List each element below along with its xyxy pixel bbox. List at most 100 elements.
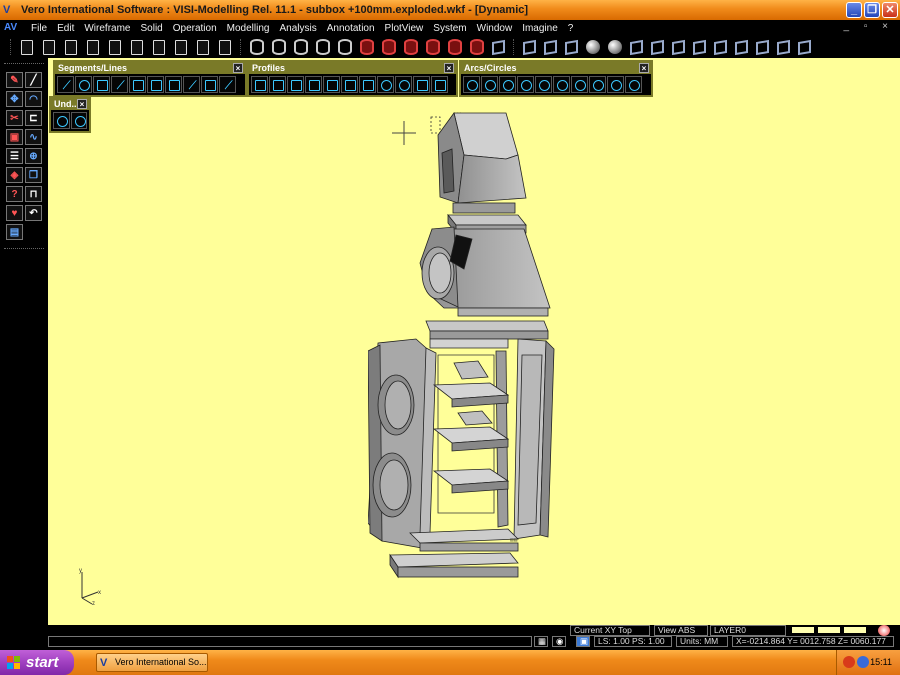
menu-annotation[interactable]: Annotation [322, 23, 380, 34]
paste-icon[interactable] [175, 39, 187, 55]
arc-fillet-icon[interactable] [625, 76, 642, 93]
ortho-icon[interactable]: ▣ [576, 636, 590, 647]
circle-center-icon[interactable] [553, 76, 570, 93]
info-tool-icon[interactable]: ? [6, 186, 23, 202]
view-sphere-icon[interactable] [586, 40, 600, 54]
arc-tangent-icon[interactable] [499, 76, 516, 93]
profile-keyhole-icon[interactable] [395, 76, 412, 93]
palette-title-bar[interactable]: Segments/Lines × [55, 62, 245, 74]
circle-concentric-icon[interactable] [571, 76, 588, 93]
close-icon[interactable]: × [77, 99, 87, 109]
hidden-line-icon[interactable] [294, 39, 308, 55]
arc-tool-icon[interactable]: ◠ [25, 91, 42, 107]
profile-image-icon[interactable] [431, 76, 448, 93]
copy-icon[interactable] [153, 39, 165, 55]
move-tool-icon[interactable]: ✥ [6, 91, 23, 107]
3d-viewport[interactable]: Segments/Lines × Profiles × Arcs/Circles… [48, 58, 900, 625]
palette-title-bar[interactable]: Profiles × [249, 62, 456, 74]
profile-slot-icon[interactable] [377, 76, 394, 93]
units-field[interactable]: Units: MM [676, 636, 728, 647]
layer-tool-icon[interactable]: ☰ [6, 148, 23, 164]
profile-tool-icon[interactable]: ⊏ [25, 110, 42, 126]
shading-mode-icon[interactable] [250, 39, 264, 55]
current-plane-field[interactable]: Current XY Top [570, 625, 650, 636]
circle-tool-icon[interactable]: ⊕ [25, 148, 42, 164]
close-icon[interactable]: × [444, 63, 454, 73]
save-icon[interactable] [87, 39, 99, 55]
palette-title-bar[interactable]: Und... × [51, 98, 89, 110]
arc-diameter-icon[interactable] [607, 76, 624, 93]
view-landscape-icon[interactable] [777, 39, 790, 55]
close-button[interactable]: ✕ [882, 2, 898, 18]
line-tangent-icon[interactable] [75, 76, 92, 93]
save-all-icon[interactable] [109, 39, 121, 55]
view-front-icon[interactable] [544, 39, 557, 55]
view-iso-icon[interactable] [523, 39, 536, 55]
pan-view-icon[interactable] [630, 39, 643, 55]
zoom-all-icon[interactable] [693, 39, 706, 55]
box-tool-icon[interactable]: ❒ [25, 167, 42, 183]
zoom-view-icon[interactable] [651, 39, 664, 55]
document-icon[interactable]: AV [4, 22, 22, 34]
edges-cylinder-icon[interactable] [316, 39, 330, 55]
print-icon[interactable] [131, 39, 143, 55]
circle-tangent-icon[interactable] [535, 76, 552, 93]
security-shield-icon[interactable] [843, 656, 855, 668]
dimension-tool-icon[interactable]: ⊓ [25, 186, 42, 202]
menu-file[interactable]: File [26, 23, 52, 34]
menu-modelling[interactable]: Modelling [222, 23, 275, 34]
profile-polygon-icon[interactable] [413, 76, 430, 93]
view-side-icon[interactable] [565, 39, 578, 55]
zoom-window-icon[interactable] [672, 39, 685, 55]
line-style-swatch[interactable] [818, 627, 840, 633]
view-multi-icon[interactable] [798, 39, 811, 55]
layout-icon[interactable] [219, 39, 231, 55]
undo-icon[interactable] [53, 112, 70, 129]
close-icon[interactable]: × [639, 63, 649, 73]
arc-center-icon[interactable] [481, 76, 498, 93]
color-swatch[interactable] [792, 627, 814, 633]
start-button[interactable]: start [0, 650, 74, 675]
rotate-view-icon[interactable] [608, 40, 622, 54]
profile-copy-icon[interactable] [341, 76, 358, 93]
line-offset-icon[interactable] [201, 76, 218, 93]
profile-closed-icon[interactable] [305, 76, 322, 93]
minimize-button[interactable]: _ [846, 2, 862, 18]
measure-tool-icon[interactable]: ▣ [6, 129, 23, 145]
render-settings-icon[interactable] [492, 39, 505, 55]
render-cylinder-icon[interactable] [404, 39, 418, 55]
circle-radius-icon[interactable] [517, 76, 534, 93]
toolbar-grip[interactable] [10, 39, 12, 55]
restore-button[interactable]: ❐ [864, 2, 880, 18]
segment-tool-icon[interactable]: ╱ [25, 72, 42, 88]
view-bottom-icon[interactable] [735, 39, 748, 55]
texture-cylinder-icon[interactable] [426, 39, 440, 55]
menu-solid[interactable]: Solid [135, 23, 167, 34]
line-horizontal-icon[interactable] [129, 76, 146, 93]
close-icon[interactable]: × [233, 63, 243, 73]
menu-imagine[interactable]: Imagine [517, 23, 563, 34]
grid-icon[interactable]: ▦ [534, 636, 548, 647]
network-icon[interactable] [857, 656, 869, 668]
line-angle-icon[interactable] [93, 76, 110, 93]
redo-icon[interactable] [70, 112, 87, 129]
profile-square-icon[interactable] [359, 76, 376, 93]
profile-open-icon[interactable] [287, 76, 304, 93]
select-tool-icon[interactable]: ✎ [6, 72, 23, 88]
toolbar-grip[interactable] [4, 63, 44, 65]
outline-cylinder-icon[interactable] [338, 39, 352, 55]
line-width-swatch[interactable] [844, 627, 866, 633]
undo-tool-icon[interactable]: ↶ [25, 205, 42, 221]
line-parallel-icon[interactable] [183, 76, 200, 93]
speaker-model[interactable]: x [368, 93, 588, 588]
curve-tool-icon[interactable]: ∿ [25, 129, 42, 145]
line-multi-icon[interactable] [219, 76, 236, 93]
new-file-icon[interactable] [21, 39, 33, 55]
menu-edit[interactable]: Edit [52, 23, 79, 34]
line-two-points-icon[interactable] [57, 76, 74, 93]
profile-rectangle-icon[interactable] [323, 76, 340, 93]
menu-analysis[interactable]: Analysis [274, 23, 321, 34]
material-cylinder-icon[interactable] [448, 39, 462, 55]
profile-auto-icon[interactable] [269, 76, 286, 93]
export-icon[interactable] [197, 39, 209, 55]
